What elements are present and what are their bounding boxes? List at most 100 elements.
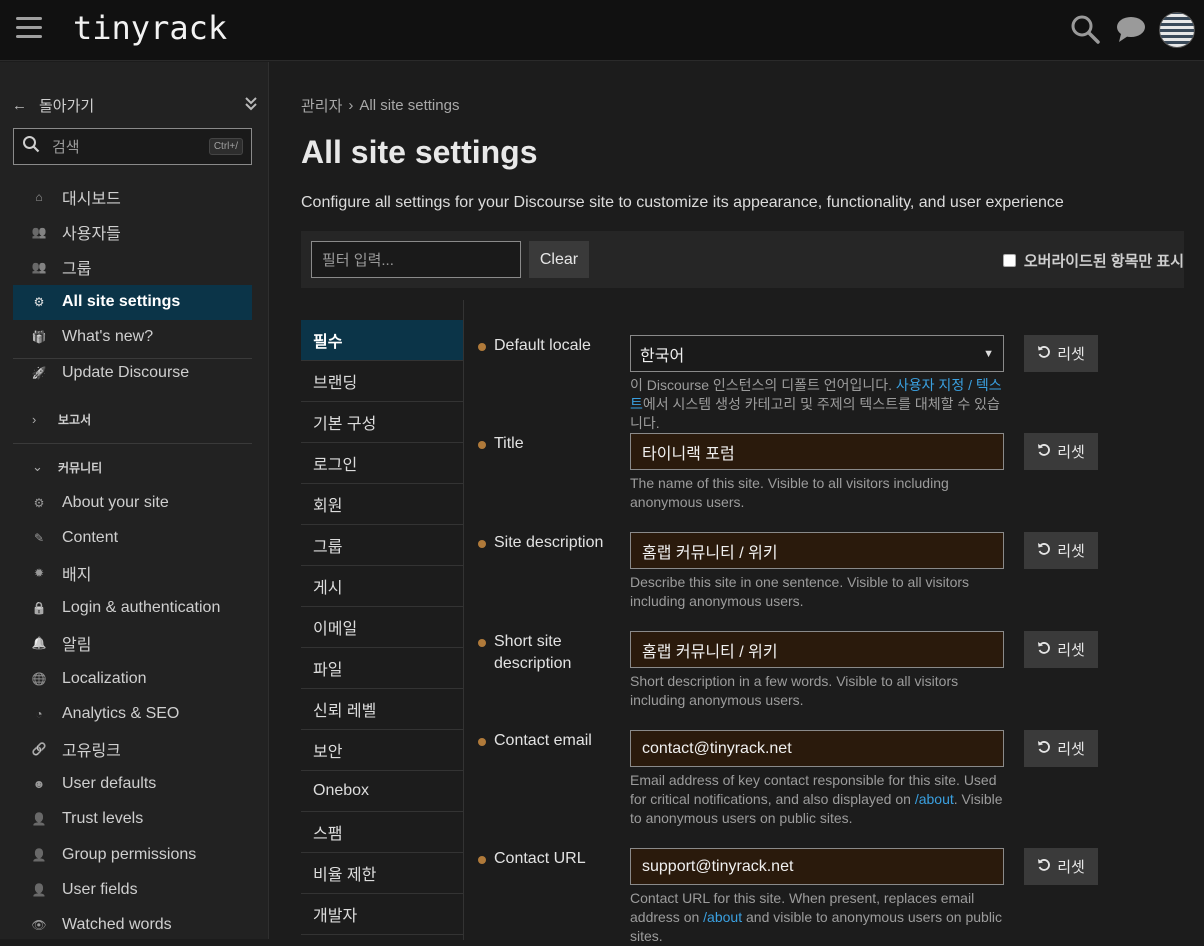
settings-category[interactable]: 스팸 [301, 812, 463, 853]
settings-category[interactable]: 로그인 [301, 443, 463, 484]
filter-input[interactable]: 필터 입력... [311, 241, 521, 278]
sidebar-item-label: Update Discourse [62, 363, 190, 381]
sidebar-item-label: Content [62, 528, 119, 546]
top-header: tinyrack [0, 0, 1204, 61]
reset-button[interactable]: 리셋 [1024, 730, 1098, 767]
sidebar-item-localization[interactable]: 🌐 Localization [13, 661, 252, 696]
sidebar-item-user-defaults[interactable]: ☻ User defaults [13, 767, 252, 802]
only-overridden-toggle[interactable]: 오버라이드된 항목만 표시 [1002, 250, 1184, 271]
setting-text-input[interactable]: support@tinyrack.net [630, 848, 1004, 885]
reset-button[interactable]: 리셋 [1024, 532, 1098, 569]
caret-down-icon: ▼ [983, 347, 994, 360]
settings-category[interactable]: 기본 구성 [301, 402, 463, 443]
setting-text-input[interactable]: contact@tinyrack.net [630, 730, 1004, 767]
hamburger-menu-icon[interactable] [16, 17, 42, 39]
search-icon[interactable] [1068, 12, 1102, 46]
reset-label: 리셋 [1057, 859, 1085, 876]
sidebar-item-label: 고유링크 [62, 742, 121, 760]
undo-icon [1037, 542, 1051, 560]
settings-category[interactable]: 이메일 [301, 607, 463, 648]
chat-icon[interactable] [1114, 12, 1148, 46]
help-link[interactable]: /about [915, 791, 954, 807]
divider [13, 358, 252, 359]
settings-category[interactable]: 브랜딩 [301, 361, 463, 402]
reset-button[interactable]: 리셋 [1024, 631, 1098, 668]
filter-placeholder: 필터 입력... [322, 252, 394, 269]
setting-text-input[interactable]: 홈랩 커뮤니티 / 위키 [630, 631, 1004, 668]
sidebar-item-label: Localization [62, 669, 147, 687]
settings-category[interactable]: 회원 [301, 484, 463, 525]
sidebar-item-[interactable]: ✹ 배지 [13, 555, 252, 590]
reset-button[interactable]: 리셋 [1024, 335, 1098, 372]
clear-button[interactable]: Clear [529, 241, 589, 278]
setting-help: Short description in a few words. Visibl… [630, 672, 1010, 710]
settings-category[interactable]: 보안 [301, 730, 463, 771]
reset-label: 리셋 [1057, 444, 1085, 461]
sidebar-item-label: User defaults [62, 775, 157, 793]
sidebar-item-watched-words[interactable]: 👁 Watched words [13, 907, 252, 942]
search-placeholder: 검색 [52, 139, 80, 156]
undo-icon [1037, 345, 1051, 363]
page-title: All site settings [301, 134, 538, 170]
setting-label-text: Title [494, 435, 524, 452]
user-circle-icon: ☻ [32, 777, 46, 792]
globe-icon: 🌐 [31, 671, 47, 686]
settings-category[interactable]: 그룹 [301, 525, 463, 566]
sidebar-item-what-s-new[interactable]: 🎁 What's new? [13, 320, 252, 355]
sidebar-item-label: Group permissions [62, 845, 197, 863]
reset-button[interactable]: 리셋 [1024, 433, 1098, 470]
sidebar-item-about-your-site[interactable]: ⚙ About your site [13, 485, 252, 520]
sidebar-item-label: 알림 [62, 637, 92, 655]
section-reports[interactable]: › 보고서 [32, 408, 252, 430]
sidebar-item-[interactable]: 👥 사용자들 [13, 214, 252, 249]
back-label: 돌아가기 [39, 97, 95, 115]
breadcrumb-admin[interactable]: 관리자 [301, 95, 342, 116]
setting-help: The name of this site. Visible to all vi… [630, 474, 1010, 512]
setting-label: Short site description [478, 631, 618, 675]
badge-icon: ✹ [33, 565, 45, 580]
sidebar-item-trust-levels[interactable]: 👤 Trust levels [13, 802, 252, 837]
back-link[interactable]: ← 돌아가기 [12, 94, 257, 116]
chevron-down-icon: ⌄ [32, 459, 43, 474]
setting-text-input[interactable]: 타이니랙 포럼 [630, 433, 1004, 470]
settings-category[interactable]: 개발자 [301, 894, 463, 935]
settings-category[interactable]: 비율 제한 [301, 853, 463, 894]
settings-category[interactable]: 신뢰 레벨 [301, 689, 463, 730]
setting-label: Title [478, 433, 618, 455]
only-overridden-checkbox[interactable] [1002, 254, 1016, 267]
default-locale-select[interactable]: 한국어 ▼ [630, 335, 1004, 372]
sidebar-item-group-permissions[interactable]: 👤 Group permissions [13, 837, 252, 872]
overridden-dot-icon [478, 738, 486, 746]
settings-category[interactable]: 파일 [301, 648, 463, 689]
sidebar-item-user-fields[interactable]: 👤 User fields [13, 872, 252, 907]
user-avatar[interactable] [1159, 12, 1195, 48]
collapse-all-icon[interactable] [245, 96, 257, 114]
sidebar-item-content[interactable]: ✎ Content [13, 520, 252, 555]
settings-category[interactable]: 필수 [301, 320, 463, 361]
overridden-dot-icon [478, 540, 486, 548]
sidebar-item-label: What's new? [62, 328, 154, 346]
sidebar-item-[interactable]: 🔗 고유링크 [13, 731, 252, 766]
section-community[interactable]: ⌄ 커뮤니티 [32, 456, 252, 478]
setting-label: Contact URL [478, 848, 618, 870]
sidebar-item-[interactable]: 👥 그룹 [13, 249, 252, 284]
settings-category[interactable]: Onebox [301, 771, 463, 812]
sidebar-item-[interactable]: 🔔 알림 [13, 626, 252, 661]
setting-text-input[interactable]: 홈랩 커뮤니티 / 위키 [630, 532, 1004, 569]
sidebar-item-[interactable]: ⌂ 대시보드 [13, 179, 252, 214]
site-logo[interactable]: tinyrack [73, 9, 227, 47]
overridden-dot-icon [478, 343, 486, 351]
sidebar-item-label: User fields [62, 880, 138, 898]
sidebar-item-login-authentication[interactable]: 🔒 Login & authentication [13, 591, 252, 626]
sidebar-item-all-site-settings[interactable]: ⚙ All site settings [13, 284, 252, 320]
sidebar-item-update-discourse[interactable]: 🚀 Update Discourse [13, 355, 252, 390]
sidebar-search-input[interactable]: 검색 Ctrl+/ [13, 128, 252, 165]
pencil-icon: ✎ [33, 530, 45, 545]
help-link[interactable]: /about [703, 909, 742, 925]
help-text: Short description in a few words. Visibl… [630, 673, 959, 708]
settings-category[interactable]: 게시 [301, 566, 463, 607]
breadcrumb-separator: › [348, 97, 354, 114]
reset-label: 리셋 [1057, 741, 1085, 758]
sidebar-item-analytics-seo[interactable]: ◔ Analytics & SEO [13, 696, 252, 731]
reset-button[interactable]: 리셋 [1024, 848, 1098, 885]
